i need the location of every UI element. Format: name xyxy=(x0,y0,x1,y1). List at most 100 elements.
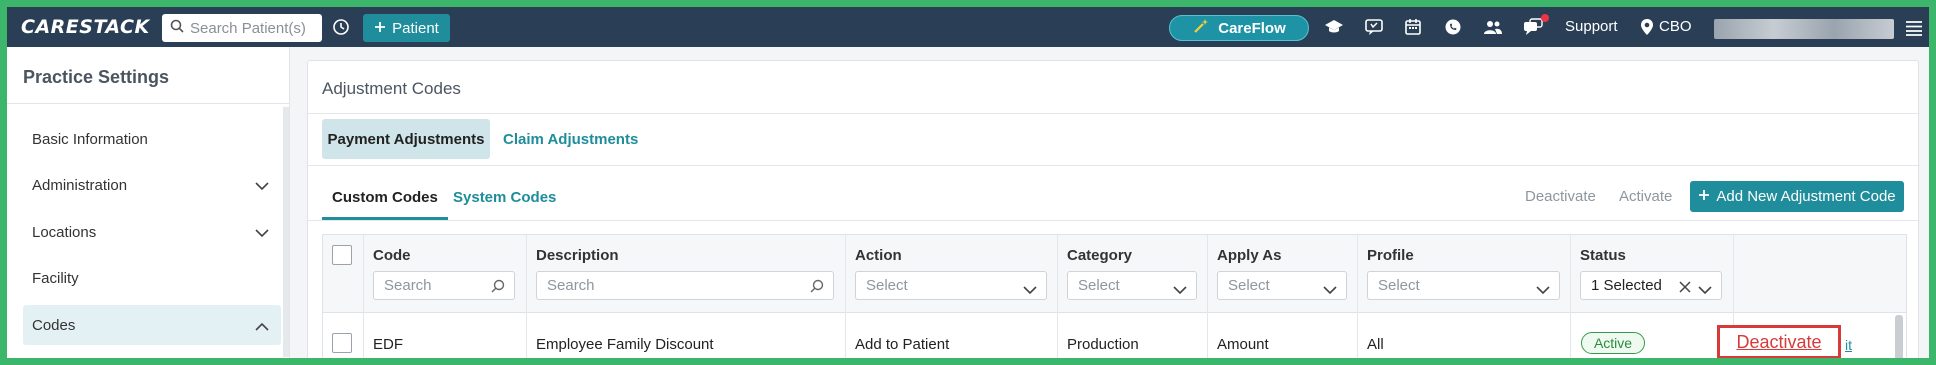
filter-placeholder: Select xyxy=(1078,277,1120,294)
sidebar-item-label: Administration xyxy=(32,176,128,194)
column-header-action[interactable]: Action xyxy=(855,247,902,264)
subtabs-divider xyxy=(308,220,1920,221)
filter-placeholder: Search xyxy=(547,277,595,294)
page-title: Adjustment Codes xyxy=(322,79,461,98)
add-patient-button[interactable]: Patient xyxy=(363,14,450,42)
cell-code: EDF xyxy=(373,336,403,353)
sidebar-item-basic-information[interactable]: Basic Information xyxy=(23,119,281,159)
status-select-filter[interactable]: 1 Selected xyxy=(1580,271,1722,300)
action-select-filter[interactable]: Select xyxy=(855,271,1047,300)
feedback-icon[interactable] xyxy=(1364,18,1384,41)
sidebar-divider xyxy=(7,103,290,104)
adjustment-codes-table: Code Description Action Category Apply A… xyxy=(322,234,1907,358)
tab-payment-adjustments[interactable]: Payment Adjustments xyxy=(322,119,490,159)
search-icon xyxy=(810,279,824,297)
carestack-logo[interactable]: CARESTACK xyxy=(21,16,150,38)
chevron-down-icon xyxy=(1323,282,1337,299)
column-header-category[interactable]: Category xyxy=(1067,247,1132,264)
filter-placeholder: Select xyxy=(866,277,908,294)
row-deactivate-link[interactable]: Deactivate xyxy=(1717,325,1841,358)
support-link[interactable]: Support xyxy=(1565,18,1618,35)
sidebar-scrollbar[interactable] xyxy=(283,107,289,357)
patient-search-box[interactable] xyxy=(162,14,322,42)
add-new-adjustment-code-label: Add New Adjustment Code xyxy=(1716,188,1896,205)
location-pin-icon xyxy=(1640,18,1654,41)
clear-icon[interactable] xyxy=(1679,280,1691,297)
column-header-apply-as[interactable]: Apply As xyxy=(1217,247,1281,264)
filter-placeholder: Select xyxy=(1228,277,1270,294)
magic-wand-icon xyxy=(1192,17,1210,39)
chevron-down-icon xyxy=(255,178,269,195)
chevron-down-icon xyxy=(255,225,269,242)
chevron-down-icon xyxy=(1536,282,1550,299)
header-divider xyxy=(308,113,1920,114)
edit-link[interactable]: it xyxy=(1845,337,1852,353)
chevron-down-icon xyxy=(1698,282,1712,299)
category-select-filter[interactable]: Select xyxy=(1067,271,1197,300)
top-navigation-bar: CARESTACK Patient CareFlow xyxy=(7,7,1929,47)
sidebar-item-locations[interactable]: Locations xyxy=(23,212,281,252)
column-separator xyxy=(363,235,364,358)
column-header-description[interactable]: Description xyxy=(536,247,619,264)
column-separator xyxy=(526,235,527,358)
adjustment-codes-panel: Adjustment Codes Payment Adjustments Cla… xyxy=(307,60,1920,358)
sidebar-item-label: Locations xyxy=(32,223,97,241)
apply-as-select-filter[interactable]: Select xyxy=(1217,271,1347,300)
cell-category: Production xyxy=(1067,336,1139,353)
sidebar-item-label: Codes xyxy=(32,316,76,334)
status-badge: Active xyxy=(1581,332,1645,354)
subtab-custom-codes[interactable]: Custom Codes xyxy=(332,189,438,219)
description-search-filter[interactable]: Search xyxy=(536,271,834,300)
sidebar-item-administration[interactable]: Administration xyxy=(23,165,281,205)
chevron-down-icon xyxy=(1173,282,1187,299)
cell-profile: All xyxy=(1367,336,1384,353)
profile-select-filter[interactable]: Select xyxy=(1367,271,1560,300)
tabs-divider xyxy=(308,165,1920,166)
chevron-down-icon xyxy=(1023,282,1037,299)
column-separator xyxy=(1570,235,1571,358)
code-search-filter[interactable]: Search xyxy=(373,271,515,300)
graduation-cap-icon[interactable] xyxy=(1324,18,1344,41)
location-selector[interactable]: CBO xyxy=(1659,18,1692,35)
notification-dot xyxy=(1541,14,1549,22)
column-header-status[interactable]: Status xyxy=(1580,247,1626,264)
history-icon[interactable] xyxy=(332,18,350,41)
sidebar-title: Practice Settings xyxy=(23,67,170,87)
chevron-up-icon xyxy=(255,318,269,335)
row-checkbox[interactable] xyxy=(332,333,352,353)
whatsapp-icon[interactable] xyxy=(1444,18,1462,41)
cell-apply-as: Amount xyxy=(1217,336,1269,353)
search-icon xyxy=(170,19,184,38)
column-header-profile[interactable]: Profile xyxy=(1367,247,1414,264)
sidebar-item-facility[interactable]: Facility xyxy=(23,258,281,298)
deactivate-action[interactable]: Deactivate xyxy=(1525,188,1596,205)
chat-icon[interactable] xyxy=(1523,18,1543,41)
sidebar-item-label: Basic Information xyxy=(32,130,148,148)
filter-selected-value: 1 Selected xyxy=(1591,277,1662,294)
careflow-button[interactable]: CareFlow xyxy=(1169,15,1309,41)
sidebar-item-label: Facility xyxy=(32,269,79,287)
subtab-system-codes[interactable]: System Codes xyxy=(453,189,556,219)
select-all-checkbox[interactable] xyxy=(332,245,352,265)
plus-icon xyxy=(374,20,386,37)
user-name-blurred[interactable] xyxy=(1714,19,1894,39)
column-separator xyxy=(845,235,846,358)
calendar-icon[interactable] xyxy=(1404,18,1422,41)
hamburger-menu-icon[interactable] xyxy=(1905,20,1923,41)
add-new-adjustment-code-button[interactable]: Add New Adjustment Code xyxy=(1690,181,1904,212)
activate-action[interactable]: Activate xyxy=(1619,188,1672,205)
column-separator xyxy=(1057,235,1058,358)
app-frame: CARESTACK Patient CareFlow xyxy=(7,7,1929,358)
tab-claim-adjustments[interactable]: Claim Adjustments xyxy=(503,119,638,159)
column-header-code[interactable]: Code xyxy=(373,247,411,264)
column-separator xyxy=(1207,235,1208,358)
users-icon[interactable] xyxy=(1483,18,1503,41)
practice-settings-sidebar: Practice Settings Basic Information Admi… xyxy=(7,47,290,358)
filter-placeholder: Select xyxy=(1378,277,1420,294)
patient-search-input[interactable] xyxy=(190,19,315,37)
table-scrollbar[interactable] xyxy=(1895,315,1903,358)
plus-icon xyxy=(1698,188,1710,205)
sidebar-item-codes[interactable]: Codes xyxy=(23,305,281,345)
careflow-label: CareFlow xyxy=(1218,19,1286,37)
filter-placeholder: Search xyxy=(384,277,432,294)
